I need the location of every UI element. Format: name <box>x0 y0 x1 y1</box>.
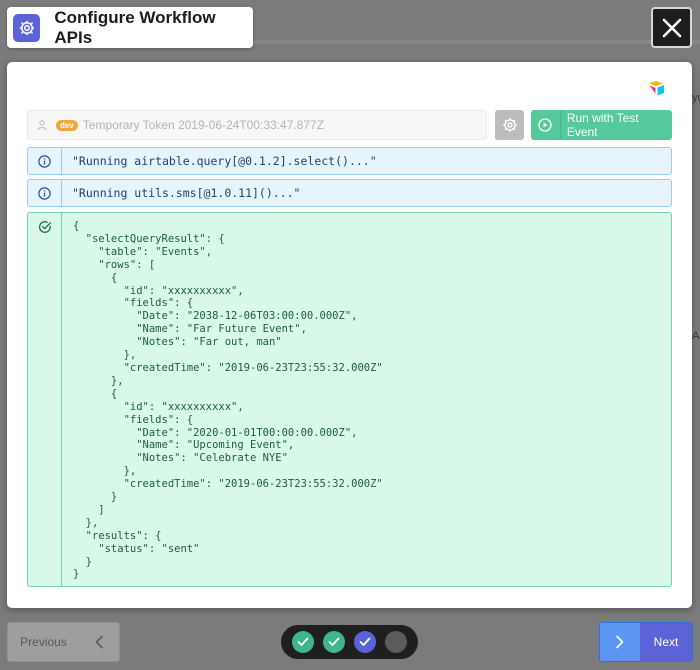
gear-icon <box>13 13 41 42</box>
check-icon <box>297 637 309 646</box>
chevron-left-icon <box>79 623 119 661</box>
check-icon <box>328 637 340 646</box>
token-settings-button[interactable] <box>495 110 524 140</box>
gear-icon <box>502 118 517 132</box>
step-3-current[interactable] <box>354 631 377 653</box>
result-panel: { "selectQueryResult": { "table": "Event… <box>27 212 672 587</box>
run-button-label: Run with Test Event <box>566 111 639 139</box>
result-icon-cell <box>28 213 62 586</box>
run-with-test-event-button[interactable]: Run with Test Event <box>531 110 672 140</box>
log-row: "Running utils.sms[@1.0.11]()..." <box>27 179 672 207</box>
step-2-complete[interactable] <box>322 631 345 653</box>
next-label: Next <box>640 623 692 661</box>
background-edge-text: A <box>692 330 700 342</box>
token-field[interactable]: dev <box>27 110 487 140</box>
result-json: { "selectQueryResult": { "table": "Event… <box>73 220 383 581</box>
dialog-title-bar: Configure Workflow APIs <box>7 7 253 48</box>
previous-label: Previous <box>20 635 67 649</box>
next-button[interactable]: Next <box>599 622 693 662</box>
check-circle-icon <box>38 221 51 233</box>
background-header-strip <box>253 40 700 44</box>
check-icon <box>359 637 371 646</box>
workflow-api-modal: dev Run with Test Event "Running airtabl… <box>7 62 692 608</box>
info-icon <box>28 180 62 206</box>
background-edge-text: yo <box>692 92 700 104</box>
step-4-pending[interactable] <box>385 631 408 653</box>
env-badge: dev <box>56 119 78 131</box>
airtable-logo <box>649 81 664 96</box>
step-1-complete[interactable] <box>291 631 314 653</box>
close-icon <box>662 18 681 37</box>
dialog-title: Configure Workflow APIs <box>54 7 216 47</box>
step-indicator <box>281 625 418 659</box>
log-row: "Running airtable.query[@0.1.2].select()… <box>27 147 672 175</box>
previous-button[interactable]: Previous <box>7 622 120 662</box>
token-input[interactable] <box>82 118 463 132</box>
close-button[interactable] <box>651 7 692 48</box>
info-icon <box>28 148 62 174</box>
user-icon <box>37 120 47 131</box>
log-message: "Running airtable.query[@0.1.2].select()… <box>72 154 377 168</box>
log-message: "Running utils.sms[@1.0.11]()..." <box>72 186 301 200</box>
chevron-right-icon <box>600 623 640 661</box>
play-circle-icon <box>531 110 561 140</box>
